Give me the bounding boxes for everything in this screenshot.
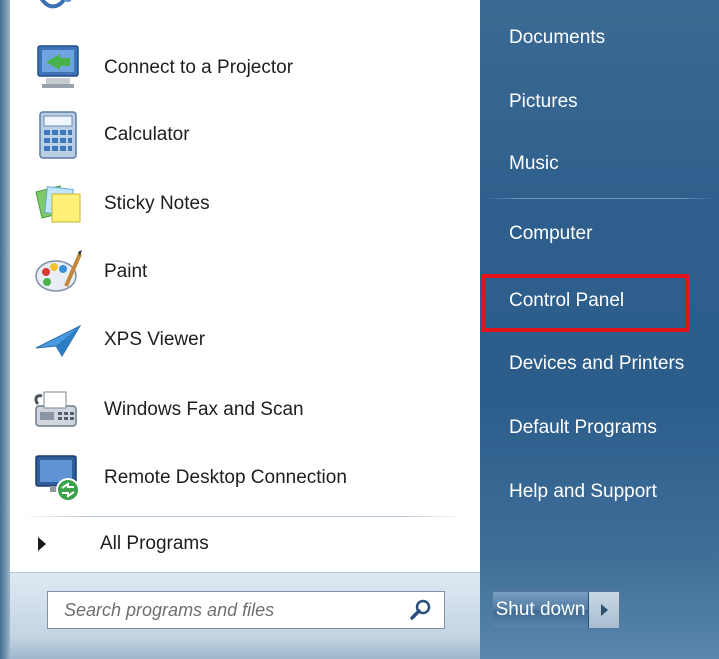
paint-icon <box>32 246 84 298</box>
program-label: Calculator <box>104 124 190 145</box>
program-item-sticky-notes[interactable]: Sticky Notes <box>32 174 472 234</box>
arrow-right-icon <box>600 604 608 616</box>
cut-off-program-item[interactable] <box>32 0 332 14</box>
link-label: Default Programs <box>509 417 657 438</box>
control-panel-highlight <box>481 274 689 332</box>
search-input[interactable] <box>48 598 406 622</box>
sticky-notes-icon <box>32 178 84 230</box>
link-default-programs[interactable]: Default Programs <box>494 402 714 454</box>
program-label: Connect to a Projector <box>104 57 294 78</box>
programs-separator <box>22 516 464 517</box>
link-music[interactable]: Music <box>494 138 714 190</box>
program-item-fax-scan[interactable]: Windows Fax and Scan <box>32 380 472 440</box>
remote-desktop-icon <box>32 452 84 504</box>
all-programs-label: All Programs <box>100 533 209 554</box>
places-separator <box>486 198 714 199</box>
search-icon[interactable] <box>410 599 432 621</box>
program-label: Sticky Notes <box>104 193 210 214</box>
calculator-icon <box>32 109 84 161</box>
program-label: Remote Desktop Connection <box>104 467 347 488</box>
link-documents[interactable]: Documents <box>494 12 714 64</box>
program-item-calculator[interactable]: Calculator <box>32 105 472 165</box>
cut-off-program-icon <box>40 0 72 9</box>
program-item-paint[interactable]: Paint <box>32 242 472 302</box>
link-computer[interactable]: Computer <box>494 208 714 260</box>
bottom-strip <box>10 634 480 659</box>
search-box[interactable] <box>47 591 445 629</box>
all-programs-button[interactable]: All Programs <box>22 524 462 564</box>
start-menu-frame <box>0 0 10 659</box>
link-label: Devices and Printers <box>509 353 685 374</box>
link-label: Pictures <box>509 91 578 112</box>
program-item-connect-projector[interactable]: Connect to a Projector <box>32 38 472 98</box>
shutdown-label: Shut down <box>495 599 586 620</box>
link-label: Help and Support <box>509 481 657 502</box>
link-pictures[interactable]: Pictures <box>494 76 714 128</box>
link-devices-printers[interactable]: Devices and Printers <box>494 338 714 390</box>
shutdown-button[interactable]: Shut down <box>493 592 589 628</box>
program-item-xps-viewer[interactable]: XPS Viewer <box>32 310 472 370</box>
link-help-support[interactable]: Help and Support <box>494 466 714 518</box>
link-label: Documents <box>509 27 606 48</box>
link-label: Music <box>509 153 559 174</box>
program-label: XPS Viewer <box>104 329 206 350</box>
program-item-remote-desktop[interactable]: Remote Desktop Connection <box>32 448 472 508</box>
link-label: Computer <box>509 223 593 244</box>
shutdown-button-group: Shut down <box>492 591 620 629</box>
projector-icon <box>32 42 84 94</box>
arrow-right-icon <box>38 537 46 551</box>
program-label: Windows Fax and Scan <box>104 399 304 420</box>
fax-scan-icon <box>32 384 84 436</box>
xps-viewer-icon <box>32 314 84 366</box>
program-label: Paint <box>104 261 148 282</box>
shutdown-options-button[interactable] <box>589 592 619 628</box>
